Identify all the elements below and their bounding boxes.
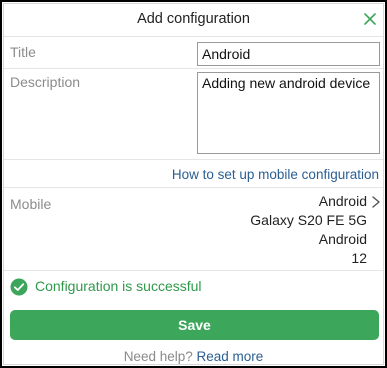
title-label: Title	[10, 44, 36, 60]
screenshot-frame: Add configuration Title Description Addi…	[0, 0, 387, 368]
mobile-platform: Android	[318, 231, 367, 247]
save-button[interactable]: Save	[10, 310, 379, 340]
mobile-label: Mobile	[10, 196, 52, 212]
add-configuration-dialog: Add configuration Title Description Addi…	[3, 3, 384, 365]
mobile-device-selector[interactable]: Android Galaxy S20 FE 5G Android 12	[250, 192, 367, 268]
mobile-setup-help-link[interactable]: How to set up mobile configuration	[172, 167, 379, 182]
help-row: Need help? Read more	[4, 349, 383, 364]
check-circle-icon	[10, 278, 28, 296]
success-message: Configuration is successful	[35, 278, 202, 294]
divider	[4, 270, 383, 271]
mobile-device-model: Galaxy S20 FE 5G	[250, 212, 367, 228]
mobile-os-name: Android	[318, 193, 367, 209]
description-input[interactable]: Adding new android device	[197, 72, 380, 154]
description-label: Description	[10, 74, 81, 90]
dialog-header: Add configuration	[4, 4, 383, 37]
title-input[interactable]	[197, 42, 380, 66]
divider	[4, 187, 383, 188]
divider	[4, 68, 383, 69]
help-prefix: Need help?	[123, 349, 193, 364]
mobile-os-version: 12	[351, 250, 367, 266]
dialog-title: Add configuration	[137, 11, 250, 27]
divider	[4, 159, 383, 160]
close-icon[interactable]	[361, 10, 379, 28]
read-more-link[interactable]: Read more	[197, 349, 264, 364]
chevron-right-icon[interactable]	[371, 195, 381, 209]
